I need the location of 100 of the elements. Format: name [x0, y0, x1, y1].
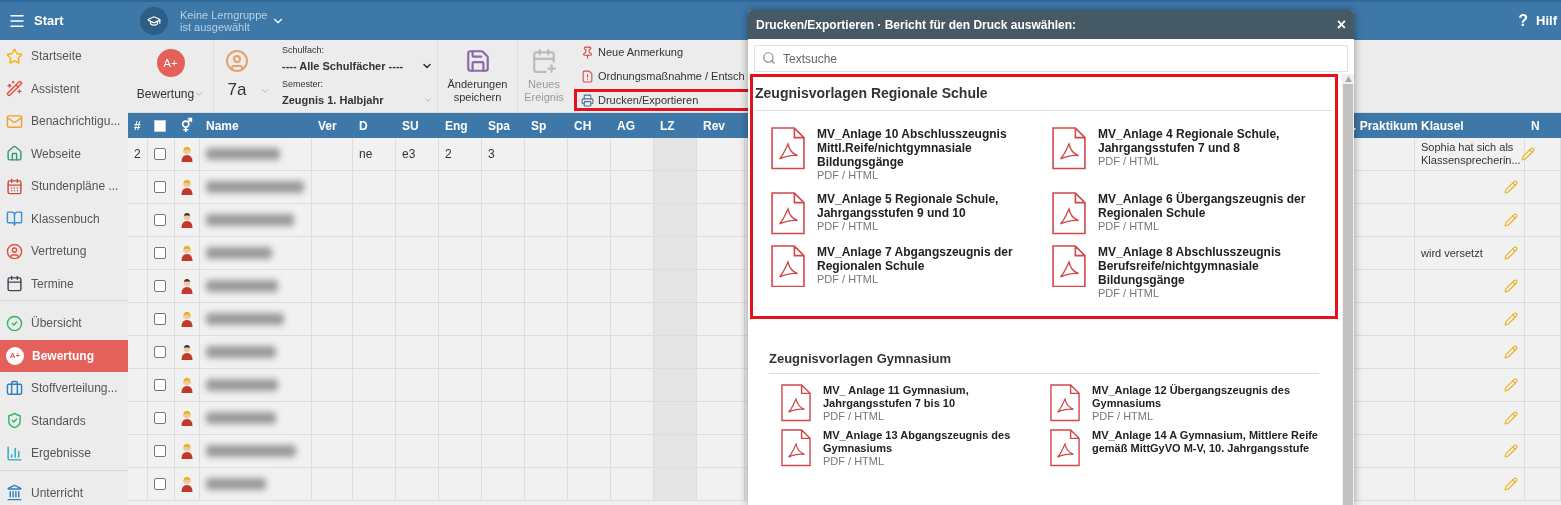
column-header[interactable]: . Praktikum: [1353, 116, 1418, 135]
scrollbar[interactable]: [1342, 74, 1354, 505]
sidebar-item[interactable]: Vertretung: [0, 235, 128, 268]
sidebar-item[interactable]: Termine: [0, 267, 128, 300]
column-header[interactable]: Eng: [445, 116, 468, 135]
pencil-icon[interactable]: [1504, 477, 1518, 491]
row-checkbox[interactable]: [154, 247, 166, 259]
row-checkbox[interactable]: [154, 181, 166, 193]
template-title: MV_Anlage 8 Abschlusszeugnis Berufsreife/nichtgymnasiale Bildungsgänge: [1098, 244, 1282, 287]
sidebar-item[interactable]: Unterricht: [0, 476, 128, 505]
template-item[interactable]: MV_Anlage 14 A Gymnasium, Mittlere Reife gemäß MittGyVO M-V, 10. Jahrgangsstufe: [1050, 429, 1319, 468]
semester-select[interactable]: Zeugnis 1. Halbjahr: [282, 91, 433, 108]
column-header[interactable]: Spa: [488, 116, 510, 135]
column-header[interactable]: D: [359, 116, 368, 135]
row-checkbox[interactable]: [154, 214, 166, 226]
template-format: PDF / HTML: [817, 272, 879, 286]
row-checkbox[interactable]: [154, 379, 166, 391]
select-all-checkbox[interactable]: [154, 119, 166, 132]
sidebar-item-label: Stundenpläne ...: [31, 178, 119, 196]
pencil-icon[interactable]: [1504, 312, 1518, 326]
grading-mode-button[interactable]: A+ Bewertung: [128, 40, 214, 112]
help-button[interactable]: ? Hilf: [1518, 9, 1561, 33]
sidebar-item[interactable]: Assistent: [0, 72, 128, 105]
blurred-name: [206, 478, 266, 490]
sidebar-item-label: Benachrichtigu...: [31, 113, 121, 131]
sidebar-item[interactable]: Stundenpläne ...: [0, 170, 128, 203]
semester-label: Semester:: [282, 78, 324, 91]
column-header[interactable]: N: [1531, 116, 1540, 135]
sidebar-item[interactable]: Ergebnisse: [0, 437, 128, 470]
template-item[interactable]: MV_Anlage 10 Abschlusszeugnis Mittl.Reife/nichtgymnasiale Bildungsgänge PDF / HTML: [771, 127, 1052, 182]
template-item[interactable]: MV_Anlage 12 Übergangszeugnis des Gymnasiums PDF / HTML: [1050, 384, 1319, 423]
pencil-icon[interactable]: [1504, 246, 1518, 260]
column-header[interactable]: Klausel: [1421, 116, 1464, 135]
sidebar-item[interactable]: Benachrichtigu...: [0, 105, 128, 138]
sidebar-item[interactable]: Standards: [0, 404, 128, 437]
pdf-file-icon: [1052, 244, 1086, 287]
menu-button[interactable]: Start: [0, 11, 128, 31]
scroll-up-arrow-icon[interactable]: [1344, 76, 1352, 82]
template-title: MV_Anlage 5 Regionale Schule, Jahrgangsstufen 9 und 10: [817, 192, 1000, 220]
pencil-icon[interactable]: [1504, 378, 1518, 392]
template-item[interactable]: MV_Anlage 5 Regionale Schule, Jahrgangsstufen 9 und 10 PDF / HTML: [771, 192, 1052, 235]
class-selector[interactable]: 7a: [214, 40, 260, 112]
magic-wand-icon: [6, 80, 23, 98]
sidebar-item-label: Klassenbuch: [31, 210, 100, 228]
template-item[interactable]: MV_Anlage 6 Übergangszeugnis der Regionalen Schule PDF / HTML: [1052, 192, 1333, 235]
column-header[interactable]: Name: [206, 116, 239, 135]
pencil-icon[interactable]: [1504, 444, 1518, 458]
sidebar-item[interactable]: Webseite: [0, 137, 128, 170]
pencil-icon[interactable]: [1504, 345, 1518, 359]
column-header[interactable]: CH: [574, 116, 592, 135]
pencil-icon[interactable]: [1504, 279, 1518, 293]
pdf-file-icon: [1050, 384, 1080, 422]
template-format: PDF / HTML: [823, 455, 886, 468]
toolbar-action[interactable]: Ordnungsmaßnahme / Entsch: [574, 65, 752, 87]
pencil-icon[interactable]: [1504, 180, 1518, 194]
pencil-icon[interactable]: [1504, 411, 1518, 425]
column-header[interactable]: Sp: [531, 116, 547, 135]
column-header[interactable]: Ver: [318, 116, 337, 135]
close-button[interactable]: ×: [1336, 16, 1346, 33]
column-header[interactable]: LZ: [660, 116, 675, 135]
sidebar-item[interactable]: Übersicht: [0, 307, 128, 340]
template-format: PDF / HTML: [1092, 410, 1155, 423]
column-header[interactable]: SU: [402, 116, 419, 135]
template-format: PDF / HTML: [817, 220, 880, 233]
template-title: MV_Anlage 7 Abgangszeugnis der Regionalen Schule: [817, 244, 1014, 273]
sidebar-item[interactable]: Klassenbuch: [0, 202, 128, 235]
row-checkbox[interactable]: [154, 313, 166, 325]
row-checkbox[interactable]: [154, 148, 166, 160]
sidebar-item-label: Termine: [31, 275, 74, 293]
pencil-icon[interactable]: [1504, 213, 1518, 227]
search-field[interactable]: Textsuche: [754, 45, 1348, 72]
timetable-icon: [6, 177, 23, 195]
row-checkbox[interactable]: [154, 346, 166, 358]
template-item[interactable]: MV_Anlage 8 Abschlusszeugnis Berufsreife/nichtgymnasiale Bildungsgänge PDF / HTML: [1052, 244, 1333, 300]
sidebar-item[interactable]: Startseite: [0, 40, 128, 73]
pencil-icon[interactable]: [1520, 147, 1535, 161]
toolbar-action-label: Ordnungsmaßnahme / Entsch: [598, 68, 745, 84]
template-item[interactable]: MV_ Anlage 11 Gymnasium, Jahrgangsstufen 7 bis 10 PDF / HTML: [781, 384, 1050, 423]
save-changes-button[interactable]: Änderungen speichern: [438, 40, 518, 112]
subject-select[interactable]: ---- Alle Schulfächer ----: [282, 57, 433, 74]
sidebar-item[interactable]: A+ Bewertung: [0, 339, 128, 372]
pdf-file-icon: [771, 244, 805, 287]
blurred-name: [206, 346, 276, 358]
toolbar-action[interactable]: Neue Anmerkung: [574, 41, 752, 63]
table-cell: 3: [482, 138, 525, 170]
column-header[interactable]: #: [134, 116, 141, 135]
shield-icon: [6, 412, 23, 430]
template-item[interactable]: MV_Anlage 4 Regionale Schule, Jahrgangsstufen 7 und 8 PDF / HTML: [1052, 127, 1333, 182]
row-checkbox[interactable]: [154, 478, 166, 490]
calendar-icon: [531, 48, 557, 74]
row-checkbox[interactable]: [154, 412, 166, 424]
column-header[interactable]: Rev: [703, 116, 725, 135]
row-checkbox[interactable]: [154, 280, 166, 292]
sidebar-item[interactable]: Stoffverteilung...: [0, 372, 128, 405]
pdf-file-icon: [771, 192, 805, 235]
group-avatar-icon: [140, 7, 168, 35]
row-checkbox[interactable]: [154, 445, 166, 457]
template-item[interactable]: MV_Anlage 7 Abgangszeugnis der Regionalen Schule PDF / HTML: [771, 244, 1052, 300]
template-item[interactable]: MV_Anlage 13 Abgangszeugnis des Gymnasiums PDF / HTML: [781, 429, 1050, 468]
column-header[interactable]: AG: [617, 116, 635, 135]
